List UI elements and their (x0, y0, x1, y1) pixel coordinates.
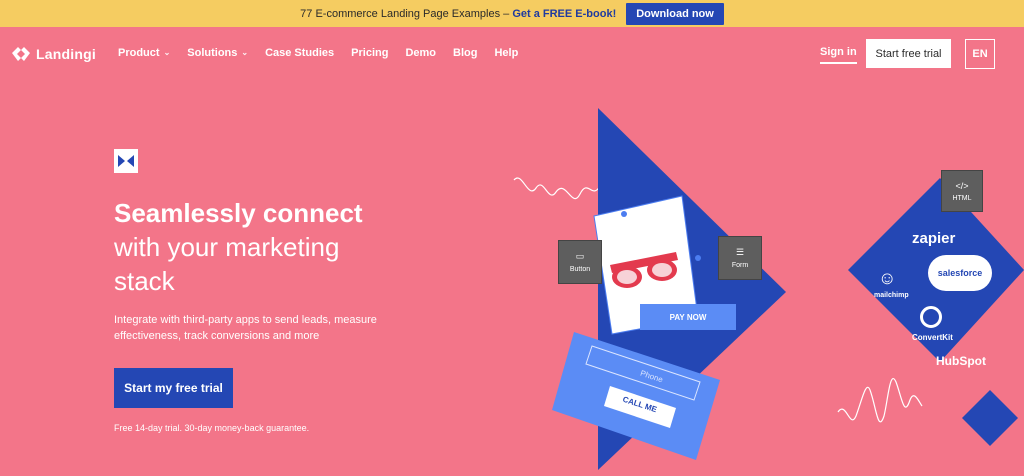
nav-item-label: Product (118, 47, 160, 59)
button-widget-icon: ▭ (575, 251, 585, 261)
integration-icon (114, 149, 138, 173)
html-widget-chip: </> HTML (941, 170, 983, 212)
nav-item-label: Pricing (351, 47, 389, 59)
small-diamond-shape (962, 390, 1018, 446)
chevron-down-icon: ⌄ (163, 47, 171, 57)
zapier-logo: zapier (912, 230, 956, 247)
promo-text-plain: 77 E-commerce Landing Page Examples – (300, 7, 513, 20)
pay-now-button: PAY NOW (640, 304, 736, 330)
chip-button-label: Button (569, 266, 591, 273)
nav-item-label: Blog (453, 47, 478, 59)
headline-line-2: with your marketing (114, 232, 340, 262)
hero-description: Integrate with third-party apps to send … (114, 314, 377, 342)
nav-item-demo[interactable]: Demo (405, 47, 436, 59)
main-nav: Landingi Product ⌄ Solutions ⌄ Case Stud… (0, 27, 1024, 82)
chevron-down-icon: ⌄ (241, 47, 249, 57)
promo-banner: 77 E-commerce Landing Page Examples – Ge… (0, 0, 1024, 27)
nav-item-label: Help (494, 47, 519, 59)
hubspot-logo: HubSpot (936, 354, 986, 368)
nav-item-blog[interactable]: Blog (453, 47, 477, 59)
nav-item-solutions[interactable]: Solutions ⌄ (187, 47, 248, 59)
convertkit-icon (920, 306, 942, 328)
headline-line-1: Seamlessly connect (114, 198, 363, 228)
nav-item-case-studies[interactable]: Case Studies (265, 47, 334, 59)
form-widget-chip: ☰ Form (718, 236, 762, 280)
nav-item-label: Solutions (187, 47, 238, 59)
nav-item-label: Demo (405, 47, 437, 59)
nav-item-label: Case Studies (265, 47, 335, 59)
hero-illustration: ▭ Button ☰ Form </> HTML PAY NOW Phone C… (500, 100, 1024, 476)
start-my-free-trial-button[interactable]: Start my free trial (114, 368, 233, 408)
promo-text[interactable]: 77 E-commerce Landing Page Examples – Ge… (300, 8, 616, 20)
squiggle-line-right (837, 378, 923, 423)
download-now-button[interactable]: Download now (626, 2, 724, 25)
logo-text: Landingi (36, 46, 96, 62)
mailchimp-icon: ☺ (878, 268, 897, 288)
nav-item-help[interactable]: Help (494, 47, 518, 59)
mailchimp-logo: mailchimp (874, 292, 909, 299)
salesforce-logo: salesforce (928, 255, 992, 291)
language-selector[interactable]: EN (965, 39, 995, 69)
hero-headline: Seamlessly connect with your marketing s… (114, 196, 363, 298)
trial-guarantee-text: Free 14-day trial. 30-day money-back gua… (114, 423, 310, 433)
convertkit-logo: ConvertKit (912, 333, 953, 342)
nav-item-product[interactable]: Product ⌄ (118, 47, 170, 59)
landingi-logo-icon (12, 47, 30, 61)
headline-line-3: stack (114, 266, 175, 296)
button-widget-chip: ▭ Button (558, 240, 602, 284)
promo-text-bold: Get a FREE E-book! (512, 7, 617, 20)
landingi-logo[interactable]: Landingi (12, 46, 96, 62)
chip-html-label: HTML (952, 194, 972, 202)
sign-in-link[interactable]: Sign in (820, 46, 857, 64)
start-free-trial-button[interactable]: Start free trial (866, 39, 951, 68)
nav-menu: Product ⌄ Solutions ⌄ Case Studies Prici… (118, 47, 518, 59)
form-widget-icon: ☰ (735, 247, 745, 257)
chip-form-label: Form (731, 262, 749, 269)
nav-item-pricing[interactable]: Pricing (351, 47, 388, 59)
code-icon: </> (955, 180, 969, 191)
